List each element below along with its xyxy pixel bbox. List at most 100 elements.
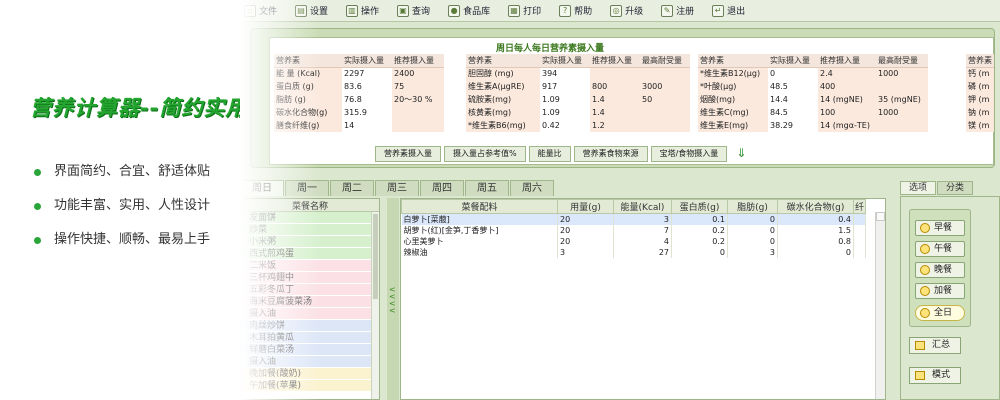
menu-file[interactable]: ▫ 文件 — [244, 4, 277, 17]
promo-feature: 界面简约、合宜、舒适体贴 — [34, 162, 210, 196]
dish-item[interactable]: 二米饭 — [241, 260, 379, 272]
tab-intake-percent[interactable]: 摄入量占参考值% — [444, 146, 526, 162]
table-row[interactable]: 白萝卜[菜菔] 20 3 0.1 0 0.4 — [401, 213, 866, 225]
nutrient-row: 硫胺素(mg) 1.09 1.4 50 — [466, 93, 690, 106]
register-icon: ✎ — [661, 4, 674, 17]
menu-settings[interactable]: ▤ 设置 — [295, 4, 328, 17]
plus-icon — [920, 286, 930, 296]
tab-category[interactable]: 分类 — [937, 181, 974, 195]
dish-item[interactable]: 西式煎鸡蛋 — [241, 248, 379, 260]
nutrient-row: *维生素B6(mg) 0.42 1.2 — [466, 119, 690, 132]
promo-feature: 功能丰富、实用、人性设计 — [34, 196, 210, 230]
nutrient-row: 镁 (m — [966, 119, 994, 132]
promo-feature: 操作快捷、顺畅、最易上手 — [34, 230, 210, 264]
dish-item[interactable]: 小米粥 — [241, 236, 379, 248]
summary-button[interactable]: 汇总 — [909, 337, 961, 354]
menu-upgrade[interactable]: ◎ 升级 — [610, 4, 643, 17]
file-icon: ▫ — [244, 4, 256, 17]
food-library-icon: ● — [448, 4, 461, 17]
panel-splitter[interactable]: < < < < — [387, 198, 399, 400]
dish-item[interactable]: 鲜蘑白菜汤 — [241, 344, 379, 356]
nutrient-row: *维生素B12(μg) 0 2.4 1000 — [698, 67, 928, 80]
tab-sunday[interactable]: 周日 — [240, 180, 284, 196]
dish-item[interactable]: 摄入油 — [241, 308, 379, 320]
tab-saturday[interactable]: 周六 — [510, 180, 554, 196]
dinner-button[interactable]: 晚餐 — [915, 262, 965, 278]
scroll-up-button[interactable] — [876, 212, 885, 221]
chart-icon: ▥ — [346, 4, 359, 17]
dish-item[interactable]: 午加餐(苹果) — [241, 380, 379, 392]
nutrient-row: 磷 (m — [966, 80, 994, 93]
dish-list-scrollbar[interactable] — [371, 212, 379, 399]
col-protein[interactable]: 蛋白质(g) — [671, 199, 728, 214]
tab-friday[interactable]: 周五 — [465, 180, 509, 196]
dish-item[interactable]: 发面饼 — [241, 212, 379, 224]
menu-exit[interactable]: ↵ 退出 — [712, 4, 745, 17]
collapse-arrows-icon[interactable]: < < < < — [389, 286, 396, 315]
bullet-icon — [34, 237, 41, 244]
dish-list-header: 菜餐名称 — [241, 199, 379, 212]
col-energy[interactable]: 能量(Kcal) — [613, 199, 672, 214]
all-day-button[interactable]: 全日 — [915, 305, 965, 321]
tab-options[interactable]: 选项 — [900, 181, 937, 195]
tab-pagoda-intake[interactable]: 宝塔/食物摄入量 — [650, 146, 728, 162]
nutrient-row: 胆固醇 (mg) 394 — [466, 67, 690, 80]
table-row[interactable]: 心里美萝卜 20 4 0.2 0 0.8 — [401, 236, 866, 247]
col-ingredient[interactable]: 菜餐配料 — [401, 199, 558, 214]
side-options-panel: 早餐 午餐 晚餐 加餐 全日 汇总 模式 — [900, 196, 1000, 400]
dish-item[interactable]: 肉丝炒饼 — [241, 320, 379, 332]
menu-query[interactable]: ▣ 查询 — [397, 4, 430, 17]
dish-item[interactable]: 晚加餐(酸奶) — [241, 368, 379, 380]
dish-item[interactable]: 木耳拍黄瓜 — [241, 332, 379, 344]
arrow-down-icon[interactable]: ⇓ — [736, 146, 750, 160]
ingredient-table-scrollbar[interactable] — [875, 212, 885, 399]
col-carbs[interactable]: 碳水化合物(g) — [777, 199, 854, 214]
clock-icon — [920, 244, 930, 254]
dish-item[interactable]: 炒菜 — [241, 224, 379, 236]
nutrient-row: 钙 (m — [966, 67, 994, 80]
nutrient-row: *叶酸(μg) 48.5 400 — [698, 80, 928, 93]
scrollbar-thumb[interactable] — [373, 214, 378, 299]
breakfast-button[interactable]: 早餐 — [915, 220, 965, 236]
lunch-button[interactable]: 午餐 — [915, 241, 965, 257]
col-fat[interactable]: 脂肪(g) — [727, 199, 778, 214]
tab-food-source[interactable]: 营养素食物来源 — [573, 146, 648, 162]
dish-item[interactable]: 三杯鸡翅中 — [241, 272, 379, 284]
nutrient-row: 能 量 (Kcal) 2297 2400 — [274, 67, 444, 80]
nutrient-row: 钠 (m — [966, 106, 994, 119]
tab-wednesday[interactable]: 周三 — [375, 180, 419, 196]
dish-item[interactable]: 摄入油 — [241, 356, 379, 368]
table-row[interactable]: 胡萝卜(红)[金笋,丁香萝卜] 20 7 0.2 0 1.5 — [401, 225, 866, 236]
clock-icon — [920, 223, 930, 233]
col-fiber[interactable]: 纤 — [853, 199, 866, 214]
tab-nutrient-intake[interactable]: 营养素摄入量 — [375, 146, 441, 162]
tab-tuesday[interactable]: 周二 — [330, 180, 374, 196]
snack-button[interactable]: 加餐 — [915, 283, 965, 299]
menu-operate[interactable]: ▥ 操作 — [346, 4, 379, 17]
menu-register[interactable]: ✎ 注册 — [661, 4, 694, 17]
nutrient-row: 核黄素(mg) 1.09 1.4 — [466, 106, 690, 119]
col-amount[interactable]: 用量(g) — [557, 199, 614, 214]
nutrient-table-3: 营养素 实际摄入量 推荐摄入量 最高耐受量 *维生素B12(μg) 0 2.4 100… — [698, 54, 928, 132]
nutrition-app-window: ▫ 文件 ▤ 设置 ▥ 操作 ▣ 查询 ● 食品库 ▦ 打印 ? 帮助 ◎ 升级 ✎ 注册 ↵ 退出… — [240, 0, 1000, 400]
menu-help[interactable]: ? 帮助 — [559, 4, 592, 17]
radio-icon — [920, 308, 930, 318]
promo-title: 营养计算器--简约实用 — [30, 96, 248, 120]
meal-selector: 早餐 午餐 晚餐 加餐 全日 — [909, 209, 971, 327]
dish-item[interactable]: 五彩冬瓜丁 — [241, 284, 379, 296]
side-tabs: 选项 分类 — [900, 181, 974, 195]
nutrient-row: 维生素C(mg) 84.5 100 1000 — [698, 106, 928, 119]
tab-thursday[interactable]: 周四 — [420, 180, 464, 196]
table-row[interactable]: 辣椒油 3 27 0 3 0 — [401, 247, 866, 258]
dish-item[interactable]: 海米豆腐菠菜汤 — [241, 296, 379, 308]
tab-energy-ratio[interactable]: 能量比 — [528, 146, 571, 162]
ingredient-table-panel: 菜餐配料 用量(g) 能量(Kcal) 蛋白质(g) 脂肪(g) 碳水化合物(g… — [400, 198, 886, 400]
dish-list: 菜餐名称 发面饼 炒菜 小米粥 西式煎鸡蛋 二米饭 三杯鸡翅中 五彩冬瓜丁 海米… — [240, 198, 380, 400]
print-icon: ▦ — [508, 4, 521, 17]
mode-button[interactable]: 模式 — [909, 367, 961, 384]
tab-monday[interactable]: 周一 — [285, 180, 329, 196]
nutrient-row: 钾 (m — [966, 93, 994, 106]
nutrient-row: 蛋白质 (g) 83.6 75 — [274, 80, 444, 93]
menu-print[interactable]: ▦ 打印 — [508, 4, 541, 17]
menu-food-library[interactable]: ● 食品库 — [448, 4, 490, 17]
